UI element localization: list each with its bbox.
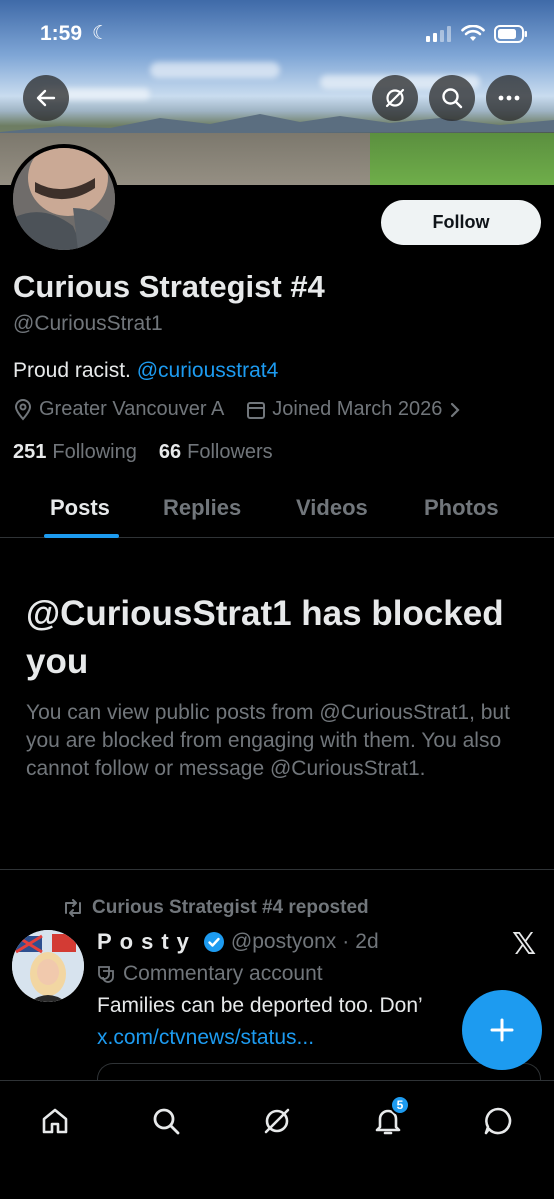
location-icon [14,398,32,421]
active-tab-indicator [44,534,119,538]
search-icon [442,88,463,109]
theater-masks-icon [98,966,114,983]
post-text[interactable]: Families can be deported too. Don’ [97,994,477,1018]
profile-handle: @CuriousStrat1 [13,312,163,335]
plus-icon [490,1018,514,1042]
post-author-line[interactable]: Posty @postyonx · 2d [97,929,379,955]
display-name: Curious Strategist #4 [13,269,325,304]
status-time: 1:59 [40,22,83,45]
post-link[interactable]: x.com/ctvnews/status... [97,1026,314,1050]
arrow-left-icon [36,89,56,107]
notification-badge: 5 [390,1095,410,1115]
avatar [13,148,115,250]
repost-indicator[interactable]: Curious Strategist #4 reposted [62,897,369,919]
followers-label[interactable]: Followers [187,441,273,464]
status-bar: 1:59 ☾ [0,0,554,70]
following-label[interactable]: Following [52,441,136,464]
post-author-name[interactable]: Posty [97,929,197,955]
nav-home[interactable] [35,1101,75,1141]
x-logo-icon: 𝕏 [512,928,537,961]
calendar-icon [247,401,266,419]
profile-joined: Joined March 2026 [272,398,443,420]
grok-icon [385,88,405,108]
bio-text: Proud racist. [13,359,131,382]
bio-mention-link[interactable]: @curiousstrat4 [137,359,279,382]
wifi-icon [461,25,485,41]
home-icon [42,1108,68,1134]
more-icon [498,95,520,101]
signal-icon [426,26,451,42]
grok-button[interactable] [372,75,418,121]
following-count[interactable]: 251 [13,441,46,464]
nav-grok[interactable] [257,1101,297,1141]
account-label-row: Commentary account [97,962,323,986]
tab-replies[interactable]: Replies [163,495,241,521]
search-icon [153,1108,180,1135]
account-label: Commentary account [123,962,323,985]
bottom-navigation: 5 [0,1080,554,1199]
more-options-button[interactable] [486,75,532,121]
tab-videos[interactable]: Videos [296,495,368,521]
avatar-photo [13,148,115,250]
nav-search[interactable] [146,1101,186,1141]
profile-avatar[interactable] [9,144,119,254]
compose-button[interactable] [462,990,542,1070]
moon-icon: ☾ [92,23,110,44]
repost-label: Curious Strategist #4 reposted [92,897,369,918]
nav-notifications[interactable]: 5 [368,1095,410,1141]
profile-meta: Greater Vancouver A Joined March 2026 [13,398,462,421]
tab-photos[interactable]: Photos [424,495,499,521]
mountains-graphic [0,114,554,136]
battery-icon [494,25,527,43]
post-avatar-photo [12,930,84,1002]
follow-button[interactable]: Follow [381,200,541,245]
post-author-handle[interactable]: @postyonx [231,930,336,954]
blocked-title: @CuriousStrat1 has blocked you [26,594,504,681]
nav-messages[interactable] [478,1101,518,1141]
profile-location: Greater Vancouver A [39,398,225,420]
divider [0,869,554,870]
post-time: 2d [355,930,379,953]
post-author-avatar[interactable] [12,930,84,1002]
profile-tabs: Posts Replies Videos Photos [0,490,554,538]
search-button[interactable] [429,75,475,121]
follow-counts: 251 Following 66 Followers [13,441,273,464]
chat-bubble-icon [484,1107,512,1135]
chevron-right-icon[interactable] [448,401,462,419]
verified-badge-icon [203,932,224,952]
repost-icon [65,899,81,917]
followers-count[interactable]: 66 [159,441,181,464]
back-button[interactable] [23,75,69,121]
grok-icon [264,1108,290,1134]
separator-dot: · [342,930,350,953]
tab-posts[interactable]: Posts [50,495,110,521]
blocked-message: You can view public posts from @CuriousS… [26,701,510,780]
profile-bio: Proud racist. @curiousstrat4 [13,359,278,383]
